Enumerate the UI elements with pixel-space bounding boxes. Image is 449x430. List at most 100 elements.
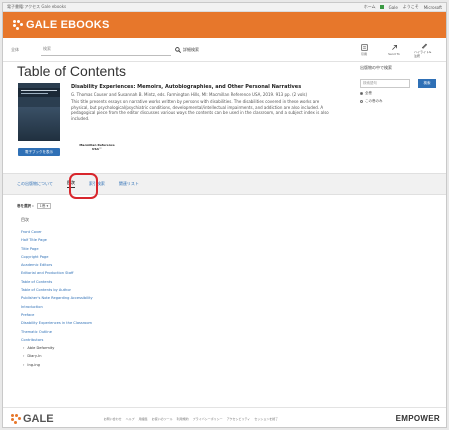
footer-link[interactable]: 利用規約: [177, 417, 189, 421]
search-icon: [175, 46, 181, 53]
toolbar: 引用 Send To ハイライト&注釈: [354, 42, 438, 58]
pen-icon: [421, 43, 427, 49]
toc-item-label: Able Deformity: [27, 346, 55, 351]
tab-related-lists[interactable]: 関連リスト: [119, 181, 139, 187]
toc-link[interactable]: Preface: [21, 311, 321, 319]
search-within-panel: 出版物の中で検索 検索語句 検索 全巻 この巻のみ: [360, 65, 442, 104]
radio-selected-icon: [360, 92, 363, 95]
page-title: Table of Contents: [17, 63, 126, 79]
search-button[interactable]: 詳細検索: [175, 47, 199, 53]
send-to-label: Send To: [388, 51, 400, 56]
toc-expandable-item[interactable]: › Diary-In: [21, 352, 321, 360]
toc-item-label: Diary-In: [27, 354, 42, 359]
view-ebook-button[interactable]: 電子ブックを表示: [18, 148, 60, 156]
scope-all-volumes-radio[interactable]: 全巻: [360, 91, 442, 96]
toc-item-label: Thematic Outline: [21, 329, 52, 334]
toc-item-label: Table of Contents by Author: [21, 288, 71, 293]
tab-about[interactable]: この出版物について: [17, 181, 53, 187]
browser-bar: 電子書籍:アクセス Gale ebooks ホーム Gale ようこそ Micr…: [3, 3, 446, 12]
toc-item-label: Ing-ing: [27, 362, 40, 367]
gale-footer-logo[interactable]: GALE: [11, 413, 54, 425]
toc-link[interactable]: Title Page: [21, 245, 321, 253]
bookmark-item[interactable]: ようこそ: [403, 4, 419, 10]
gale-logo-icon: [11, 413, 21, 424]
bookmark-item[interactable]: Gale: [389, 5, 398, 10]
highlight-button[interactable]: ハイライト&注釈: [414, 42, 434, 58]
toc-item-label: Contributors: [21, 337, 44, 342]
bookmark-icon: [379, 5, 384, 9]
toc-link[interactable]: Thematic Outline: [21, 328, 321, 336]
chevron-right-icon[interactable]: ›: [23, 354, 24, 358]
toc-item-label: Academic Editors: [21, 263, 53, 268]
toc-item-label: Half Title Page: [21, 238, 47, 243]
toc-link[interactable]: Academic Editors: [21, 261, 321, 269]
volume-dropdown[interactable]: 1巻 ▾: [36, 203, 52, 209]
toc-link[interactable]: Copyright Page: [21, 253, 321, 261]
publisher-logo: Macmillan Reference USA™: [79, 143, 115, 151]
advanced-search-label: 詳細検索: [183, 46, 199, 52]
book-authors: G. Thomas Couser and Susannah B. Mintz, …: [71, 91, 308, 97]
chevron-right-icon[interactable]: ›: [23, 346, 24, 350]
search-within-input[interactable]: 検索語句: [360, 79, 410, 88]
toc-item-label: Publisher's Note Regarding Accessibility: [21, 296, 93, 301]
toc-expandable-item[interactable]: › Ing-ing: [21, 361, 321, 369]
empower-text: EMPOWER: [395, 414, 440, 423]
empower-logo: EMPOWER: [396, 414, 440, 423]
radio-label: 全巻: [365, 91, 372, 95]
footer-link[interactable]: アクセシビリティ: [227, 417, 251, 421]
footer-link[interactable]: お問い合わせ: [104, 417, 122, 421]
toc-link[interactable]: Publisher's Note Regarding Accessibility: [21, 294, 321, 302]
toc-link[interactable]: Table of Contents by Author: [21, 286, 321, 294]
app-window: 電子書籍:アクセス Gale ebooks ホーム Gale ようこそ Micr…: [2, 2, 447, 428]
book-info: Disability Experiences: Memoirs, Autobio…: [71, 84, 333, 121]
chevron-right-icon[interactable]: ›: [23, 363, 24, 367]
toc-item-label: Editorial and Production Staff: [21, 271, 74, 276]
radio-label: この巻のみ: [365, 99, 383, 103]
search-scope-select[interactable]: 全体: [11, 47, 41, 53]
volume-select-label: 巻を選択 :: [17, 203, 34, 208]
radio-unselected-icon: [360, 100, 363, 103]
toc-link[interactable]: Disability Experiences in the Classroom: [21, 319, 321, 327]
footer-link[interactable]: 用語集: [139, 417, 148, 421]
search-within-title: 出版物の中で検索: [360, 65, 392, 70]
toc-link[interactable]: Front Cover: [21, 228, 321, 236]
site-header: GALE EBOOKS: [3, 12, 446, 38]
toc-link[interactable]: Introduction: [21, 303, 321, 311]
highlight-label: ハイライト&注釈: [414, 49, 432, 58]
send-icon: [391, 44, 397, 50]
search-within-button[interactable]: 検索: [418, 79, 436, 88]
book-title: Disability Experiences: Memoirs, Autobio…: [71, 84, 302, 90]
toc-link[interactable]: Half Title Page: [21, 236, 321, 244]
footer-link[interactable]: お使いのツール: [152, 417, 173, 421]
toc-item-label: Front Cover: [21, 230, 42, 234]
contents-heading: 目次: [21, 217, 29, 222]
cite-label: 引用: [360, 51, 367, 56]
search-input[interactable]: 検索: [41, 44, 171, 56]
search-bar: 全体 検索 詳細検索 引用 Send To ハイライト&注釈: [3, 38, 446, 62]
site-footer: GALE お問い合わせ ヘルプ 用語集 お使いのツール 利用規約 プライバシーポ…: [3, 407, 446, 427]
footer-link[interactable]: ヘルプ: [126, 417, 135, 421]
bookmark-item[interactable]: Microsoft: [424, 5, 442, 10]
toc-expandable-item[interactable]: › Able Deformity: [21, 344, 321, 352]
toc-item-label: Table of Contents: [21, 279, 53, 284]
toc-item-label: Preface: [21, 312, 35, 317]
send-to-button[interactable]: Send To: [384, 44, 404, 56]
footer-link[interactable]: プライバシーポリシー: [193, 417, 223, 421]
book-cover[interactable]: [18, 83, 60, 141]
browser-tab-title[interactable]: 電子書籍:アクセス Gale ebooks: [7, 4, 66, 10]
search-within-placeholder: 検索語句: [363, 81, 377, 85]
toc-item-label: Copyright Page: [21, 254, 49, 259]
volume-select: 巻を選択 : 1巻 ▾: [17, 203, 52, 209]
footer-link[interactable]: セッションを終了: [254, 417, 278, 421]
scope-this-volume-radio[interactable]: この巻のみ: [360, 99, 442, 104]
cite-button[interactable]: 引用: [354, 43, 374, 56]
toc-link[interactable]: Editorial and Production Staff: [21, 269, 321, 277]
book-description: This title presents essays on narrative …: [71, 99, 329, 121]
toc-item-label: Title Page: [21, 246, 39, 251]
toc-link[interactable]: Table of Contents: [21, 278, 321, 286]
toc-link[interactable]: Contributors: [21, 336, 321, 344]
toc-list: Front Cover Half Title Page Title Page Copy…: [21, 228, 321, 369]
gale-ebooks-logo[interactable]: GALE EBOOKS: [13, 19, 110, 31]
quote-icon: [360, 43, 368, 51]
bookmark-item[interactable]: ホーム: [364, 4, 376, 10]
